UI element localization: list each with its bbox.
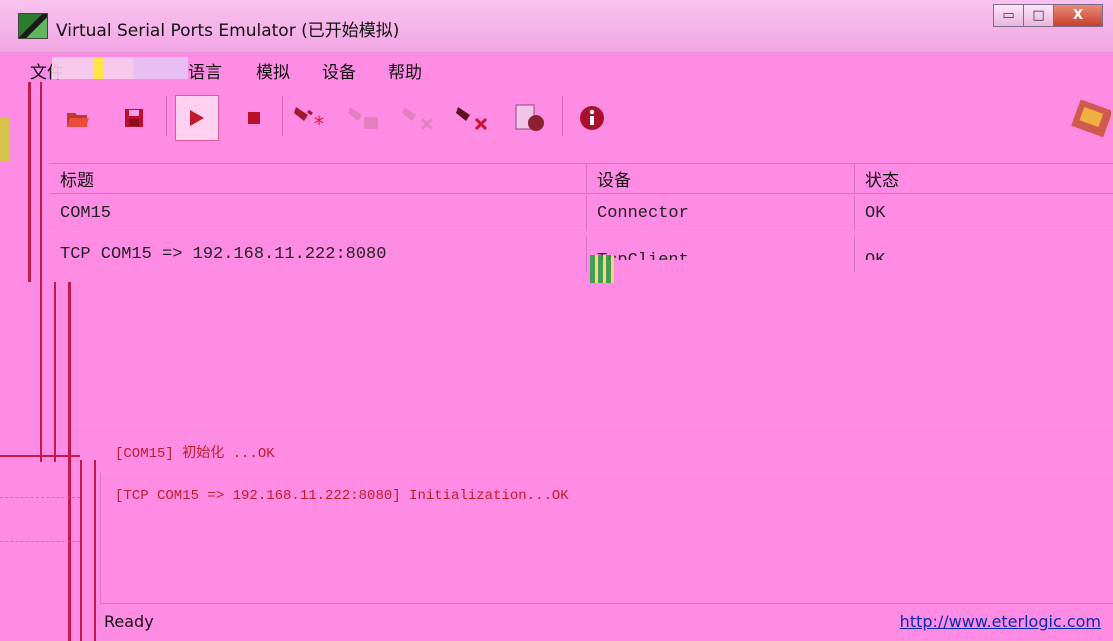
disconnect-device-icon bbox=[402, 107, 434, 131]
window-title: Virtual Serial Ports Emulator (已开始模拟) bbox=[56, 21, 400, 41]
log-panel: [COM15] 初始化 ...OK bbox=[75, 425, 1113, 475]
about-button[interactable] bbox=[570, 95, 614, 141]
status-text: Ready bbox=[104, 612, 154, 631]
website-link[interactable]: http://www.eterlogic.com bbox=[900, 612, 1101, 631]
menu-device[interactable]: 设备 bbox=[322, 58, 356, 83]
status-bar: Ready http://www.eterlogic.com bbox=[100, 603, 1113, 639]
minimize-button[interactable]: ▭ bbox=[993, 4, 1024, 27]
device-graphic bbox=[1068, 95, 1113, 141]
table-header: 标题 设备 状态 bbox=[50, 164, 1113, 194]
column-device[interactable]: 设备 bbox=[586, 164, 854, 193]
menu-emulation[interactable]: 模拟 bbox=[256, 58, 290, 83]
maximize-button[interactable]: □ bbox=[1023, 4, 1054, 27]
toolbar-separator bbox=[562, 96, 563, 136]
artifact-dash bbox=[0, 541, 80, 542]
menu-bar: 文件 语言 模拟 设备 帮助 bbox=[0, 53, 1113, 85]
artifact-line bbox=[68, 282, 71, 641]
toolbar: * bbox=[50, 90, 1113, 148]
row-title: TCP COM15 => 192.168.11.222:8080 bbox=[60, 244, 387, 264]
delete-device-button[interactable] bbox=[452, 95, 496, 141]
column-title[interactable]: 标题 bbox=[50, 164, 586, 193]
start-button[interactable] bbox=[175, 95, 219, 141]
info-icon bbox=[580, 106, 604, 130]
menu-glitch-artifact bbox=[52, 57, 188, 79]
row-status: OK bbox=[854, 236, 1113, 272]
maximize-icon: □ bbox=[1032, 8, 1045, 23]
menu-help[interactable]: 帮助 bbox=[388, 58, 422, 83]
device-list: 标题 设备 状态 COM15 Connector OK TCP COM15 =>… bbox=[50, 163, 1113, 281]
artifact-line bbox=[54, 282, 56, 462]
menu-language[interactable]: 语言 bbox=[188, 58, 222, 83]
column-status[interactable]: 状态 bbox=[854, 164, 1113, 193]
settings-icon bbox=[515, 104, 544, 131]
save-icon bbox=[125, 109, 143, 127]
app-icon bbox=[18, 13, 48, 39]
edit-device-button[interactable] bbox=[344, 95, 388, 141]
row-device: TcpClient bbox=[586, 236, 854, 272]
table-row[interactable]: TCP COM15 => 192.168.11.222:8080 TcpClie… bbox=[50, 236, 1113, 272]
save-button[interactable] bbox=[112, 95, 156, 141]
row-device: Connector bbox=[586, 196, 854, 231]
open-button[interactable] bbox=[56, 95, 100, 141]
title-bar: Virtual Serial Ports Emulator (已开始模拟) ▭ … bbox=[0, 0, 1113, 53]
artifact-line bbox=[40, 82, 42, 462]
close-button[interactable]: X bbox=[1053, 4, 1103, 27]
log-line: [COM15] 初始化 ...OK bbox=[115, 446, 275, 462]
artifact-dash bbox=[0, 455, 80, 457]
stop-icon bbox=[248, 112, 260, 124]
open-folder-icon bbox=[67, 113, 89, 127]
connector-icon bbox=[1070, 99, 1111, 138]
table-row[interactable]: COM15 Connector OK bbox=[50, 196, 1113, 232]
window-controls: ▭ □ X bbox=[993, 4, 1103, 27]
artifact-line bbox=[94, 460, 96, 641]
toolbar-separator bbox=[166, 96, 167, 136]
toolbar-separator bbox=[282, 96, 283, 136]
artifact-block bbox=[0, 118, 10, 162]
row-title: COM15 bbox=[60, 204, 112, 223]
row-status-text: OK bbox=[865, 250, 886, 270]
delete-device-icon bbox=[456, 107, 488, 131]
artifact-block bbox=[590, 255, 614, 283]
artifact-line bbox=[80, 460, 82, 641]
log-line: [TCP COM15 => 192.168.11.222:8080] Initi… bbox=[115, 488, 569, 504]
edit-device-icon bbox=[348, 107, 378, 129]
play-icon bbox=[190, 110, 204, 126]
disconnect-device-button[interactable] bbox=[398, 95, 442, 141]
row-status: OK bbox=[854, 196, 1113, 231]
close-icon: X bbox=[1072, 8, 1084, 23]
stop-button[interactable] bbox=[232, 95, 276, 141]
artifact-line bbox=[28, 82, 31, 282]
minimize-icon: ▭ bbox=[1002, 8, 1015, 23]
log-panel-inner: [TCP COM15 => 192.168.11.222:8080] Initi… bbox=[100, 473, 1113, 603]
new-device-icon: * bbox=[294, 107, 324, 135]
settings-button[interactable] bbox=[508, 95, 552, 141]
svg-text:*: * bbox=[314, 112, 324, 135]
new-device-button[interactable]: * bbox=[290, 95, 334, 141]
artifact-dash bbox=[0, 497, 80, 498]
